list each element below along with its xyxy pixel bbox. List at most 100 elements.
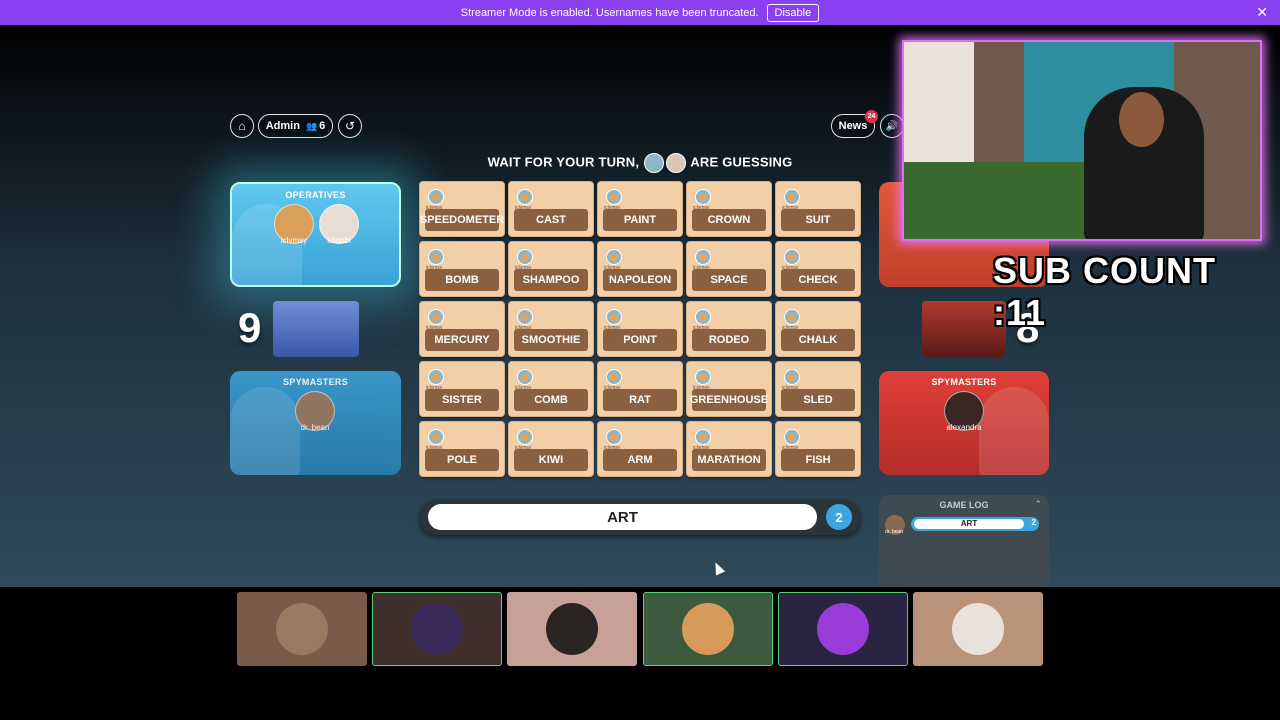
spymasters-title: SPYMASTERS — [282, 377, 348, 387]
participant-tile[interactable] — [778, 592, 908, 666]
participant-tile[interactable] — [372, 592, 502, 666]
vote-avatar — [695, 189, 711, 205]
operatives-title: OPERATIVES — [285, 190, 346, 200]
spymaster-name: alexandra — [946, 423, 982, 432]
webcam-bed — [904, 162, 1104, 239]
card-word: SLED — [781, 389, 855, 411]
vote-avatar — [428, 249, 444, 265]
player-count: 6 — [319, 120, 326, 132]
vote-avatar — [517, 249, 533, 265]
spymasters-title: SPYMASTERS — [931, 377, 997, 387]
word-card[interactable]: iclvmsy SISTER — [419, 361, 505, 417]
word-card[interactable]: iclvmsy ARM — [597, 421, 683, 477]
log-clue-number: 2 — [1031, 518, 1036, 527]
card-word: POLE — [425, 449, 499, 471]
close-icon[interactable]: ✕ — [1256, 4, 1268, 21]
vote-avatar — [428, 429, 444, 445]
guesser-avatar — [666, 153, 686, 173]
sound-button[interactable]: 🔊 — [880, 114, 904, 138]
vote-avatar — [695, 369, 711, 385]
player-name: khobbi — [327, 236, 351, 245]
word-card[interactable]: iclvmsy MARATHON — [686, 421, 772, 477]
card-word: ARM — [603, 449, 677, 471]
vote-avatar — [428, 309, 444, 325]
log-author: dr. bean — [885, 529, 904, 535]
card-word: BOMB — [425, 269, 499, 291]
vote-avatar — [517, 369, 533, 385]
blue-spymaster-image — [273, 301, 359, 357]
word-card[interactable]: iclvmsy CAST — [508, 181, 594, 237]
vote-avatar — [517, 189, 533, 205]
card-word: MERCURY — [425, 329, 499, 351]
card-word: COMB — [514, 389, 588, 411]
word-card[interactable]: iclvmsy SMOOTHIE — [508, 301, 594, 357]
players-icon: 👥 — [305, 120, 318, 131]
vote-avatar — [606, 429, 622, 445]
word-card[interactable]: iclvmsy CROWN — [686, 181, 772, 237]
card-word: SHAMPOO — [514, 269, 588, 291]
word-card[interactable]: iclvmsy MERCURY — [419, 301, 505, 357]
card-word: PAINT — [603, 209, 677, 231]
home-button[interactable]: ⌂ — [230, 114, 254, 138]
participant-avatar — [546, 603, 598, 655]
admin-button[interactable]: Admin 👥 6 — [258, 114, 333, 138]
card-board: iclvmsy SPEEDOMETER iclvmsy CAST iclvmsy PAIN… — [419, 181, 861, 478]
card-word: CHALK — [781, 329, 855, 351]
sub-count-overlay: SUB COUNT :11 — [993, 250, 1216, 333]
participant-tile[interactable] — [913, 592, 1043, 666]
news-badge: 24 — [865, 110, 878, 123]
word-card[interactable]: iclvmsy CHECK — [775, 241, 861, 297]
participant-tile[interactable] — [507, 592, 637, 666]
card-word: GREENHOUSE — [690, 389, 768, 411]
word-card[interactable]: iclvmsy RAT — [597, 361, 683, 417]
word-card[interactable]: iclvmsy SHAMPOO — [508, 241, 594, 297]
webcam-face — [1119, 92, 1164, 147]
word-card[interactable]: iclvmsy POLE — [419, 421, 505, 477]
vote-avatar — [606, 249, 622, 265]
word-card[interactable]: iclvmsy RODEO — [686, 301, 772, 357]
vote-avatar — [784, 429, 800, 445]
word-card[interactable]: iclvmsy NAPOLEON — [597, 241, 683, 297]
card-word: NAPOLEON — [603, 269, 677, 291]
webcam-overlay — [902, 40, 1262, 241]
word-card[interactable]: iclvmsy POINT — [597, 301, 683, 357]
word-card[interactable]: iclvmsy GREENHOUSE — [686, 361, 772, 417]
mouse-cursor-icon — [710, 560, 726, 576]
word-card[interactable]: iclvmsy SUIT — [775, 181, 861, 237]
participant-avatar — [952, 603, 1004, 655]
word-card[interactable]: iclvmsy SLED — [775, 361, 861, 417]
word-card[interactable]: iclvmsy FISH — [775, 421, 861, 477]
disable-button[interactable]: Disable — [766, 3, 820, 22]
word-card[interactable]: iclvmsy COMB — [508, 361, 594, 417]
reset-button[interactable]: ↺ — [338, 114, 362, 138]
word-card[interactable]: iclvmsy KIWI — [508, 421, 594, 477]
collapse-icon[interactable]: ⌃ — [1034, 499, 1042, 510]
vote-avatar — [695, 429, 711, 445]
status-suffix: ARE GUESSING — [690, 154, 793, 170]
word-card[interactable]: iclvmsy CHALK — [775, 301, 861, 357]
participant-tile[interactable] — [237, 592, 367, 666]
vote-avatar — [784, 309, 800, 325]
word-card[interactable]: iclvmsy PAINT — [597, 181, 683, 237]
word-card[interactable]: iclvmsy SPEEDOMETER — [419, 181, 505, 237]
word-card[interactable]: iclvmsy SPACE — [686, 241, 772, 297]
vote-avatar — [695, 249, 711, 265]
word-card[interactable]: iclvmsy BOMB — [419, 241, 505, 297]
clue-bar: ART 2 — [419, 499, 861, 535]
card-word: SMOOTHIE — [514, 329, 588, 351]
blue-spymasters-panel: SPYMASTERS dr. bean — [230, 371, 401, 475]
log-clue: ART 2 — [911, 517, 1039, 531]
home-icon: ⌂ — [238, 119, 246, 133]
blue-score: 9 — [238, 304, 262, 351]
vote-avatar — [784, 249, 800, 265]
clue-word: ART — [428, 504, 817, 530]
participant-avatar — [276, 603, 328, 655]
participant-tile[interactable] — [643, 592, 773, 666]
guesser-avatar — [644, 153, 664, 173]
vote-avatar — [428, 369, 444, 385]
card-word: RAT — [603, 389, 677, 411]
root: Streamer Mode is enabled. Usernames have… — [0, 0, 1280, 720]
vote-avatar — [606, 369, 622, 385]
clue-number: 2 — [826, 504, 852, 530]
admin-label: Admin — [265, 120, 300, 132]
